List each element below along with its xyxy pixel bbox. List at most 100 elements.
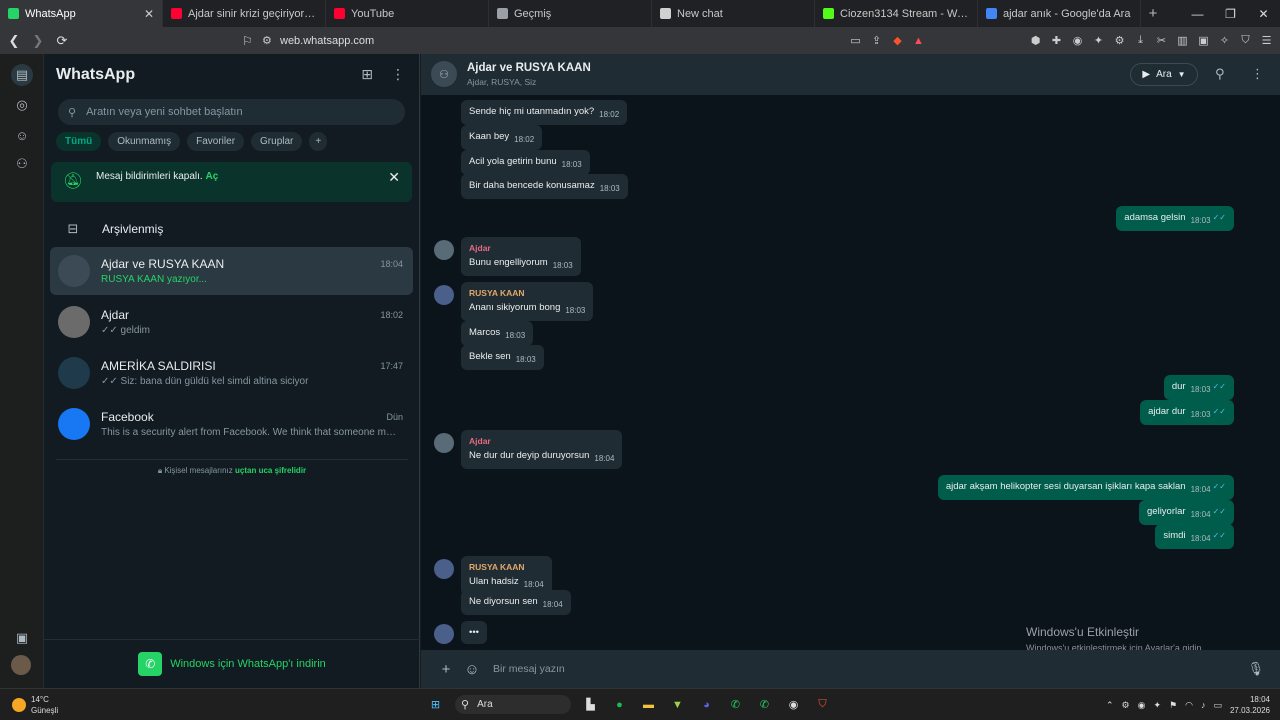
sender-avatar[interactable]	[434, 285, 454, 305]
more-menu-icon[interactable]: ⋮	[1251, 66, 1264, 82]
reload-icon[interactable]: ⟳	[52, 33, 72, 49]
incoming-message[interactable]: •••	[461, 621, 487, 644]
sender-avatar[interactable]	[434, 433, 454, 453]
media-icon[interactable]: ▣	[11, 627, 33, 649]
emoji-icon[interactable]: ☺	[459, 661, 485, 678]
close-window-button[interactable]: ✕	[1247, 0, 1280, 27]
task-view-icon[interactable]: ▙	[581, 695, 600, 714]
sender-avatar[interactable]	[434, 559, 454, 579]
search-input[interactable]: ⚲ Aratın veya yeni sohbet başlatın	[58, 99, 405, 125]
browser-tab[interactable]: ajdar anık - Google'da Ara	[978, 0, 1141, 27]
status-icon[interactable]: ◎	[11, 94, 33, 116]
filter-all[interactable]: Tümü	[56, 132, 102, 151]
incoming-message[interactable]: Marcos 18:03	[461, 321, 534, 346]
browser-tab[interactable]: YouTube	[326, 0, 489, 27]
whatsapp-icon[interactable]: ✆	[755, 695, 774, 714]
volume-icon[interactable]: ♪	[1201, 700, 1206, 710]
chevron-up-icon[interactable]: ⌃	[1106, 700, 1114, 711]
clock[interactable]: 18:04 27.03.2026	[1230, 694, 1270, 716]
app-icon[interactable]: ◉	[784, 695, 803, 714]
tray-app-icon[interactable]: ✦	[1153, 700, 1161, 711]
cast-icon[interactable]: ▭	[848, 33, 863, 48]
tray-app-icon[interactable]: ◉	[1138, 700, 1146, 711]
tray-app-icon[interactable]: ⚙	[1122, 700, 1130, 711]
settings-icon[interactable]: ⚙	[1112, 33, 1127, 48]
screenshot-icon[interactable]: ✂	[1154, 33, 1169, 48]
brave-shield-icon[interactable]: ◆	[890, 33, 905, 48]
call-button[interactable]: ▶ Ara ▼	[1130, 63, 1198, 86]
weather-widget[interactable]: 14°C Güneşli	[12, 694, 58, 716]
incoming-message[interactable]: Bekle sen 18:03	[461, 345, 544, 370]
outgoing-message[interactable]: adamsa gelsin 18:03 ✓✓	[1116, 206, 1234, 231]
vpn-app-icon[interactable]: ▼	[668, 695, 687, 714]
download-link[interactable]: Windows için WhatsApp'ı indirin	[170, 658, 326, 670]
site-info-icon[interactable]: ⚙	[262, 34, 280, 47]
incoming-message[interactable]: Bir daha bencede konusamaz 18:03	[461, 174, 628, 199]
close-tab-icon[interactable]: ✕	[144, 7, 154, 21]
filter-unread[interactable]: Okunmamış	[108, 132, 181, 151]
restore-button[interactable]: ❐	[1214, 0, 1247, 27]
wifi-icon[interactable]: ◠	[1185, 700, 1193, 711]
forward-icon[interactable]: ❯	[28, 33, 48, 49]
new-chat-icon[interactable]: ⊞	[361, 66, 373, 83]
new-tab-button[interactable]: +	[1141, 5, 1165, 22]
wallet-icon[interactable]: ▣	[1196, 33, 1211, 48]
menu-icon[interactable]: ☰	[1259, 33, 1274, 48]
search-icon[interactable]: ⚲	[1215, 66, 1225, 82]
download-banner[interactable]: ✆ Windows için WhatsApp'ı indirin	[44, 639, 420, 688]
chat-list-item[interactable]: Ajdar ✓✓ geldim 18:02	[50, 298, 413, 346]
leo-icon[interactable]: ✧	[1217, 33, 1232, 48]
vpn-shield-icon[interactable]: ⛉	[1238, 33, 1253, 48]
outgoing-message[interactable]: geliyorlar 18:04 ✓✓	[1139, 500, 1234, 525]
incoming-message[interactable]: Ne diyorsun sen 18:04	[461, 590, 571, 615]
incoming-message[interactable]: Ajdar Bunu engelliyorum 18:03	[461, 237, 581, 276]
communities-icon[interactable]: ⚇	[11, 153, 33, 175]
incoming-message[interactable]: RUSYA KAAN Ananı sikiyorum bong 18:03	[461, 282, 594, 321]
browser-tab[interactable]: Geçmiş	[489, 0, 652, 27]
extension-icon[interactable]: ◉	[1070, 33, 1085, 48]
browser-tab[interactable]: Ajdar sinir krizi geçiriyor - YouTube	[163, 0, 326, 27]
conversation-header[interactable]: ⚇ Ajdar ve RUSYA KAAN Ajdar, RUSYA, Siz …	[421, 54, 1280, 95]
minimize-button[interactable]: —	[1181, 0, 1214, 27]
archived-row[interactable]: ⊟ Arşivlenmiş	[44, 214, 420, 244]
tray-app-icon[interactable]: ⚑	[1169, 700, 1177, 711]
vpn-icon[interactable]: ⬢	[1028, 33, 1043, 48]
download-icon[interactable]: ⤓	[1133, 33, 1148, 48]
filter-groups[interactable]: Gruplar	[251, 132, 303, 151]
extension-puzzle-icon[interactable]: ✚	[1049, 33, 1064, 48]
profile-avatar[interactable]	[11, 655, 31, 675]
discord-icon[interactable]: ◕	[697, 695, 716, 714]
back-icon[interactable]: ❮	[4, 33, 24, 49]
channels-icon[interactable]: ☺	[11, 124, 33, 146]
incoming-message[interactable]: Sende hiç mi utanmadın yok? 18:02	[461, 100, 628, 125]
start-icon[interactable]: ⊞	[426, 695, 445, 714]
outgoing-message[interactable]: ajdar akşam helikopter sesi duyarsan işi…	[937, 475, 1234, 500]
file-explorer-icon[interactable]: ▬	[639, 695, 658, 714]
share-icon[interactable]: ⇪	[869, 33, 884, 48]
close-icon[interactable]: ✕	[388, 169, 400, 186]
filter-favorites[interactable]: Favoriler	[187, 132, 245, 151]
microphone-icon[interactable]: 🎙︎	[1247, 661, 1264, 677]
chat-list-item[interactable]: Facebook This is a security alert from Fa…	[50, 400, 413, 448]
add-filter-button[interactable]: +	[309, 132, 328, 151]
brave-icon[interactable]: ⛉	[813, 695, 832, 714]
sender-avatar[interactable]	[434, 240, 454, 260]
extension-icon[interactable]: ✦	[1091, 33, 1106, 48]
battery-icon[interactable]: ▭	[1213, 700, 1222, 711]
incoming-message[interactable]: Kaan bey 18:02	[461, 125, 543, 150]
attach-icon[interactable]: +	[433, 661, 459, 678]
incoming-message[interactable]: Acil yola getirin bunu 18:03	[461, 150, 590, 175]
whatsapp-icon[interactable]: ✆	[726, 695, 745, 714]
incoming-message[interactable]: Ajdar Ne dur dur deyip duruyorsun 18:04	[461, 430, 623, 469]
sidebar-icon[interactable]: ▥	[1175, 33, 1190, 48]
chats-icon[interactable]: ▤	[11, 64, 33, 86]
rewards-icon[interactable]: ▲	[911, 33, 926, 48]
outgoing-message[interactable]: ajdar dur 18:03 ✓✓	[1140, 400, 1234, 425]
outgoing-message[interactable]: dur 18:03 ✓✓	[1163, 375, 1234, 400]
more-menu-icon[interactable]: ⋮	[391, 66, 405, 83]
chat-list-item[interactable]: AMERİKA SALDIRISI ✓✓ Siz: bana dün güldü …	[50, 349, 413, 397]
browser-tab[interactable]: Ciozen3134 Stream - Watch Live on K	[815, 0, 978, 27]
notice-enable-link[interactable]: Aç	[205, 171, 218, 182]
sender-avatar[interactable]	[434, 624, 454, 644]
browser-tab[interactable]: New chat	[652, 0, 815, 27]
